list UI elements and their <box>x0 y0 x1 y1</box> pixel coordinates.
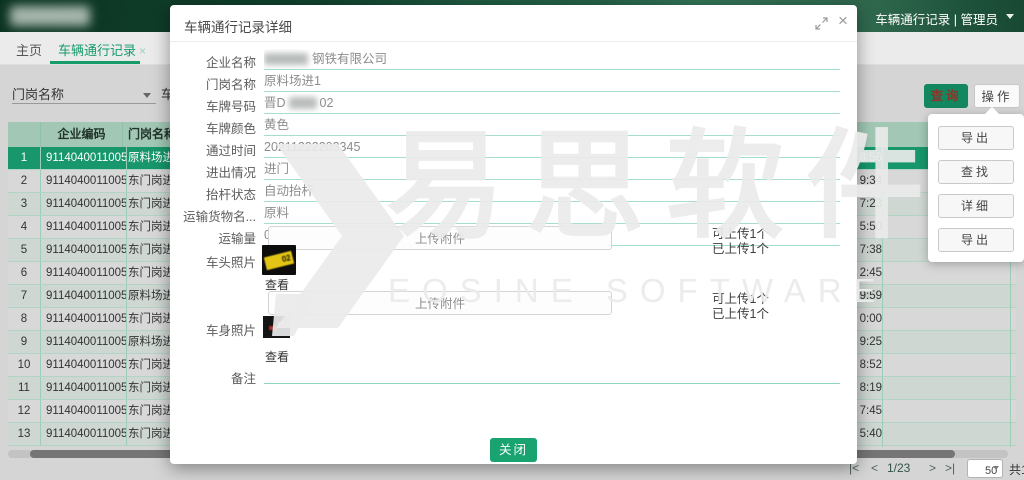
upload-attachment-button[interactable]: 上传附件 <box>268 226 612 250</box>
field-row: 企业名称钢铁有限公司 <box>170 49 857 70</box>
next-page-button[interactable]: > <box>929 461 936 475</box>
head-photo-label: 车头照片 <box>170 252 256 271</box>
cell-company-code: 9114040011005 <box>41 423 127 445</box>
cell-company-code: 9114040011005 <box>41 216 127 238</box>
close-icon[interactable]: × <box>838 11 848 31</box>
field-label: 运输量 <box>170 228 256 247</box>
column-divider <box>882 122 883 447</box>
cell-company-code: 9114040011005 <box>41 262 127 284</box>
redacted-text <box>264 53 308 65</box>
cell-company-code: 9114040011005 <box>41 331 127 353</box>
close-dialog-button[interactable]: 关闭 <box>490 438 537 462</box>
field-row: 运输货物名... 原料 <box>170 203 857 224</box>
field-row: 门岗名称原料场进1 <box>170 71 857 92</box>
row-index: 9 <box>8 331 41 353</box>
field-value: 进门 <box>264 159 840 180</box>
cell-company-code: 9114040011005 <box>41 193 127 215</box>
header-company-code[interactable]: 企业编码 <box>41 122 123 147</box>
upload-attachment-button[interactable]: 上传附件 <box>268 291 612 315</box>
tab-home[interactable]: 主页 <box>16 40 42 59</box>
field-value: 黄色 <box>264 115 840 136</box>
menu-item-1[interactable]: 导出 <box>938 126 1014 150</box>
field-value: 钢铁有限公司 <box>264 49 840 70</box>
last-page-button[interactable]: >| <box>945 461 955 475</box>
field-label: 企业名称 <box>170 52 256 71</box>
user-menu-caret-icon[interactable] <box>1006 14 1014 23</box>
license-plate-image: 02 <box>264 251 294 270</box>
field-value: 原料 <box>264 203 840 224</box>
maximize-icon[interactable] <box>815 17 828 30</box>
cell-company-code: 9114040011005 <box>41 308 127 330</box>
photo-detail <box>278 322 284 325</box>
tab-vehicle-records[interactable]: 车辆通行记录× <box>58 40 146 59</box>
cell-company-code: 9114040011005 <box>41 147 127 169</box>
row-index: 8 <box>8 308 41 330</box>
upload-hint: 可上传1个已上传1个 <box>712 292 769 322</box>
field-row: 车牌颜色黄色 <box>170 115 857 136</box>
cell-company-code: 9114040011005 <box>41 400 127 422</box>
operate-menu: 导出查找详细导出 <box>928 114 1024 262</box>
row-index: 3 <box>8 193 41 215</box>
row-index: 2 <box>8 170 41 192</box>
field-label: 进出情况 <box>170 162 256 181</box>
query-button[interactable]: 查询 <box>924 84 968 108</box>
cell-company-code: 9114040011005 <box>41 377 127 399</box>
menu-item-3[interactable]: 详细 <box>938 194 1014 218</box>
row-index: 13 <box>8 423 41 445</box>
upload-hint: 可上传1个已上传1个 <box>712 227 769 257</box>
cell-company-code: 9114040011005 <box>41 285 127 307</box>
field-row: 抬杆状态自动抬杆 <box>170 181 857 202</box>
field-label: 车牌颜色 <box>170 118 256 137</box>
field-label: 通过时间 <box>170 140 256 159</box>
dropdown-caret-icon[interactable] <box>143 93 151 102</box>
row-index: 1 <box>8 147 41 169</box>
remark-input[interactable] <box>264 363 840 384</box>
app-logo <box>10 6 90 26</box>
dialog-header-divider <box>170 41 857 42</box>
row-index: 6 <box>8 262 41 284</box>
photo-detail <box>269 326 277 330</box>
field-value: 自动抬杆 <box>264 181 840 202</box>
field-label: 车牌号码 <box>170 96 256 115</box>
vehicle-body-photo-thumbnail[interactable] <box>263 316 290 338</box>
dialog-title: 车辆通行记录详细 <box>184 16 292 36</box>
field-value: 20211222203345 <box>264 137 840 158</box>
field-label: 抬杆状态 <box>170 184 256 203</box>
gate-name-filter-label: 门岗名称 <box>12 84 64 103</box>
field-row: 进出情况进门 <box>170 159 857 180</box>
remark-label: 备注 <box>170 368 256 387</box>
field-row: 通过时间 20211222203345 <box>170 137 857 158</box>
page-size-select[interactable]: 50 <box>967 459 1003 478</box>
row-index: 12 <box>8 400 41 422</box>
cell-company-code: 9114040011005 <box>41 354 127 376</box>
field-row: 车牌号码晋D02 <box>170 93 857 114</box>
user-menu[interactable]: 车辆通行记录 | 管理员 <box>875 9 998 28</box>
field-label: 运输货物名... <box>170 206 256 225</box>
body-photo-label: 车身照片 <box>170 320 256 339</box>
row-index: 7 <box>8 285 41 307</box>
total-count: 共1114 <box>1009 461 1024 478</box>
redacted-text <box>289 97 317 109</box>
menu-item-4[interactable]: 导出 <box>938 228 1014 252</box>
row-index: 4 <box>8 216 41 238</box>
record-detail-dialog: 车辆通行记录详细 × 企业名称钢铁有限公司门岗名称原料场进1车牌号码晋D02车牌… <box>170 5 857 464</box>
field-value: 晋D02 <box>264 93 840 114</box>
pagination-bar: |< < 1/23 > >| 50 共1114 <box>845 458 1024 480</box>
prev-page-button[interactable]: < <box>871 461 878 475</box>
header-row-index <box>8 122 41 147</box>
tab-close-icon[interactable]: × <box>139 44 146 58</box>
vehicle-head-photo-thumbnail[interactable]: 02 <box>262 245 296 275</box>
field-label: 门岗名称 <box>170 74 256 93</box>
gate-name-filter-underline[interactable] <box>12 103 156 104</box>
row-index: 11 <box>8 377 41 399</box>
menu-item-2[interactable]: 查找 <box>938 160 1014 184</box>
operate-button[interactable]: 操作 <box>974 84 1020 108</box>
active-tab-underline <box>50 61 140 64</box>
row-index: 5 <box>8 239 41 261</box>
page-indicator: 1/23 <box>887 461 910 475</box>
field-value: 原料场进1 <box>264 71 840 92</box>
cell-company-code: 9114040011005 <box>41 170 127 192</box>
row-index: 10 <box>8 354 41 376</box>
cell-company-code: 9114040011005 <box>41 239 127 261</box>
